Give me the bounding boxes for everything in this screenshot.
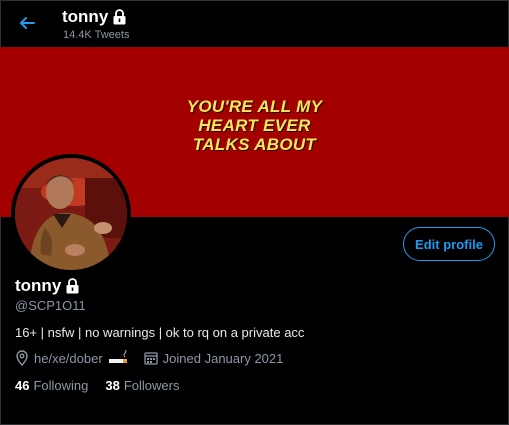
banner-line-3: TALKS ABOUT xyxy=(192,135,317,154)
profile-bio: 16+ | nsfw | no warnings | ok to rq on a… xyxy=(15,325,305,340)
following-count: 46 xyxy=(15,378,30,393)
followers-link[interactable]: 38 Followers xyxy=(105,378,179,393)
back-arrow-icon xyxy=(20,17,35,29)
location-item: he/xe/dober xyxy=(15,350,130,366)
following-label: Following xyxy=(33,378,89,393)
lock-icon xyxy=(113,9,126,25)
followers-count: 38 xyxy=(105,378,120,393)
profile-name: tonny xyxy=(15,276,80,296)
banner-caption: YOU'RE ALL MY HEART EVER TALKS ABOUT xyxy=(0,97,509,154)
banner-line-1: YOU'RE ALL MY xyxy=(186,97,323,116)
banner-line-2: HEART EVER xyxy=(198,116,311,135)
profile-stats: 46 Following 38 Followers xyxy=(15,378,179,393)
location-text: he/xe/dober xyxy=(34,350,103,366)
profile-meta: he/xe/dober Joined January 2021 xyxy=(15,349,283,367)
profile-header-bar: tonny 14.4K Tweets xyxy=(0,0,509,46)
header-name: tonny xyxy=(62,7,127,27)
profile-handle: @SCP1O11 xyxy=(15,298,86,313)
location-pin-icon xyxy=(16,350,28,366)
smoking-icon xyxy=(108,350,127,363)
back-button[interactable] xyxy=(12,8,42,38)
header-name-text: tonny xyxy=(62,7,109,26)
profile-avatar[interactable] xyxy=(11,154,131,274)
tweet-count: 14.4K Tweets xyxy=(63,29,130,41)
calendar-icon xyxy=(144,352,158,365)
followers-label: Followers xyxy=(123,378,180,393)
lock-icon xyxy=(66,278,79,294)
avatar-photo xyxy=(15,158,127,270)
joined-text: Joined January 2021 xyxy=(162,350,284,366)
following-link[interactable]: 46 Following xyxy=(15,378,88,393)
edit-profile-button[interactable]: Edit profile xyxy=(403,227,495,261)
profile-name-text: tonny xyxy=(15,276,62,295)
joined-item: Joined January 2021 xyxy=(144,350,284,366)
